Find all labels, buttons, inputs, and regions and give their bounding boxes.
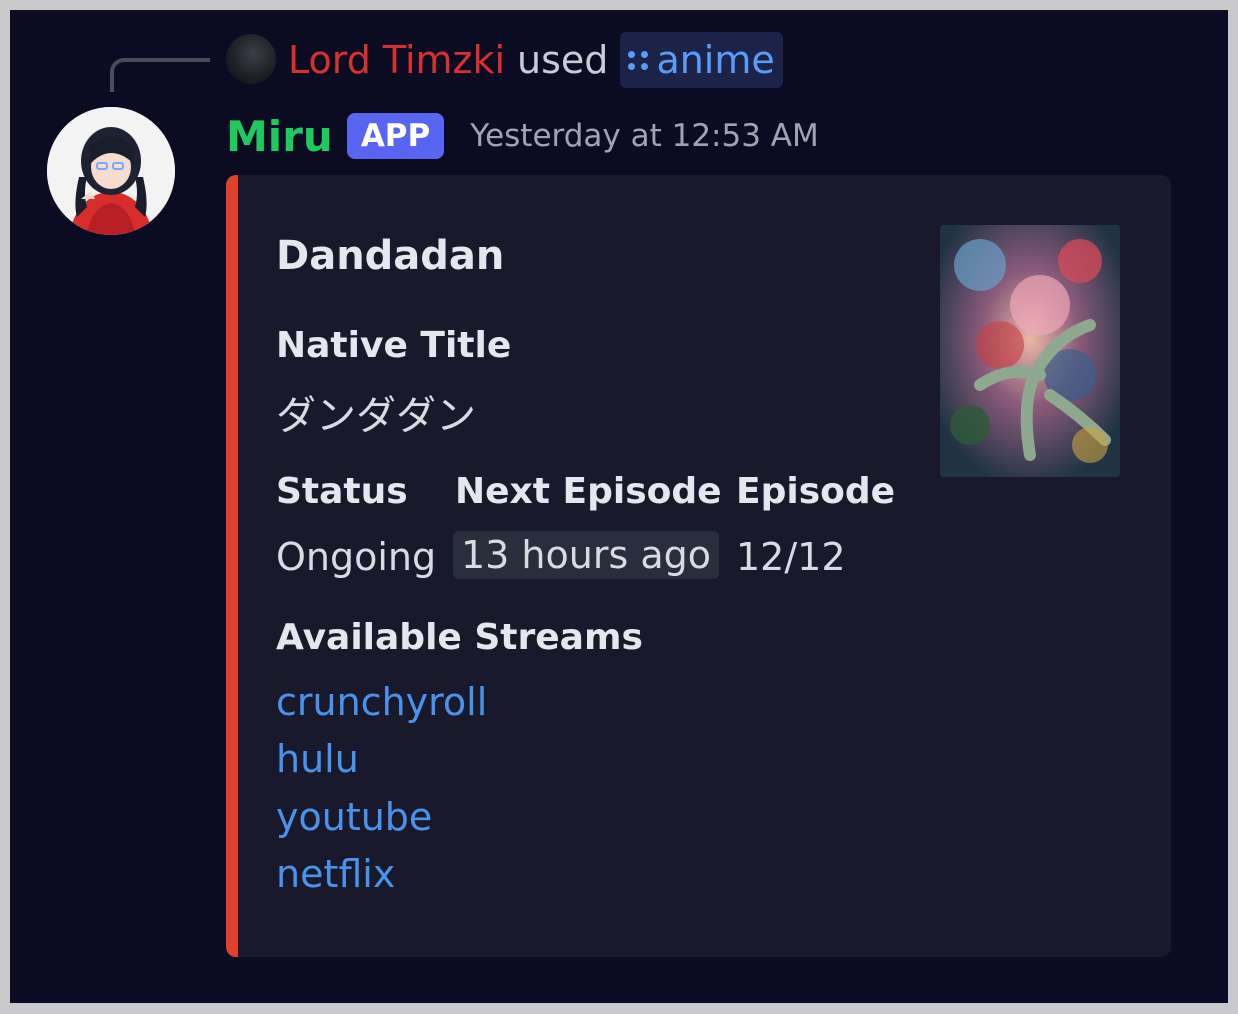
next-episode-timestamp[interactable]: 13 hours ago xyxy=(453,531,720,579)
anime-embed: Dandadan Native Title ダンダダン Status Ongoi… xyxy=(226,175,1171,957)
interaction-verb: used xyxy=(517,38,609,82)
stream-link-hulu[interactable]: hulu xyxy=(276,737,359,781)
invoker-username[interactable]: Lord Timzki xyxy=(288,34,505,86)
slash-command-icon xyxy=(628,50,649,70)
bot-avatar[interactable] xyxy=(47,107,175,235)
episode-label: Episode xyxy=(736,471,896,512)
episode-value: 12/12 xyxy=(736,535,846,579)
native-title-label: Native Title xyxy=(276,325,512,366)
reply-connector-line xyxy=(110,58,210,92)
embed-title: Dandadan xyxy=(276,233,505,279)
status-value: Ongoing xyxy=(276,535,437,579)
invoker-avatar[interactable] xyxy=(226,34,276,84)
author-name[interactable]: Miru xyxy=(226,112,333,161)
command-mention[interactable]: anime xyxy=(620,32,783,88)
anime-cover-thumbnail[interactable] xyxy=(940,225,1120,477)
status-label: Status xyxy=(276,471,408,512)
native-title-value: ダンダダン xyxy=(276,393,476,439)
next-episode-label: Next Episode xyxy=(455,471,722,512)
app-badge: APP xyxy=(346,113,445,159)
stream-link-youtube[interactable]: youtube xyxy=(276,795,432,839)
stream-link-crunchyroll[interactable]: crunchyroll xyxy=(276,680,487,724)
message-timestamp[interactable]: Yesterday at 12:53 AM xyxy=(470,118,819,154)
command-name: anime xyxy=(656,38,775,82)
message-header: Miru APP Yesterday at 12:53 AM xyxy=(226,110,819,162)
stream-link-netflix[interactable]: netflix xyxy=(276,852,395,896)
chat-message-area: Lord Timzki used anime Miru APP Yesterda… xyxy=(10,10,1228,1003)
available-streams-label: Available Streams xyxy=(276,617,643,658)
interaction-header: Lord Timzki used anime xyxy=(288,32,783,88)
